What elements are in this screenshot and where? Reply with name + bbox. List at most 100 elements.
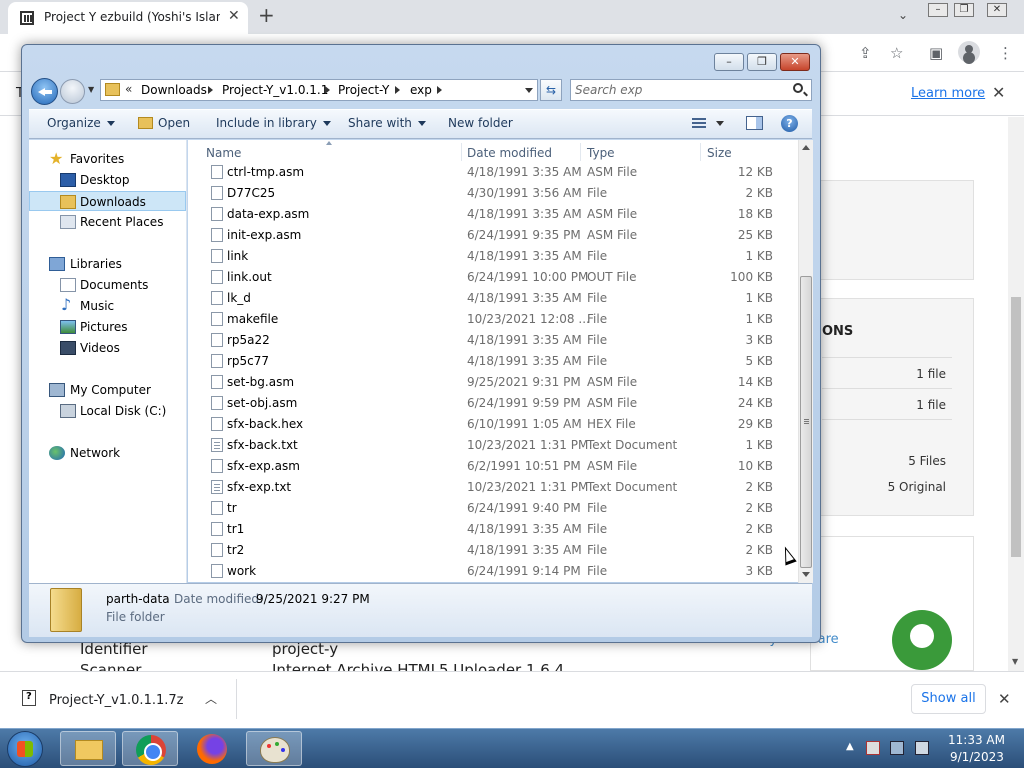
nav-videos[interactable]: Videos <box>29 338 186 358</box>
browser-restore-button[interactable]: ❐ <box>954 3 974 17</box>
page-scrollbar[interactable]: ▼ <box>1008 117 1024 671</box>
page-scroll-down-icon[interactable]: ▼ <box>1012 657 1018 666</box>
download-filename[interactable]: Project-Y_v1.0.1.1.7z <box>49 693 183 708</box>
download-menu-chevron-icon[interactable]: ︿ <box>205 690 217 707</box>
breadcrumb-exp[interactable]: exp <box>410 83 432 97</box>
organize-button[interactable]: Organize <box>47 116 115 130</box>
nav-network[interactable]: Network <box>29 443 186 463</box>
table-row[interactable]: makefile 10/23/2021 12:08 ... File 1 KB <box>188 309 798 330</box>
new-folder-button[interactable]: New folder <box>448 116 513 130</box>
column-resize-handle[interactable] <box>700 143 701 161</box>
breadcrumb-project-version[interactable]: Project-Y_v1.0.1.1 <box>222 83 328 97</box>
window-minimize-button[interactable]: – <box>714 53 744 71</box>
column-resize-handle[interactable] <box>580 143 581 161</box>
download-shelf-close-icon[interactable]: ✕ <box>998 690 1011 708</box>
menu-kebab-icon[interactable]: ⋮ <box>998 44 1013 62</box>
scroll-up-icon[interactable] <box>802 145 810 150</box>
show-all-button[interactable]: Show all <box>911 684 986 714</box>
table-row[interactable]: tr1 4/18/1991 3:35 AM File 2 KB <box>188 519 798 540</box>
table-row[interactable]: rp5a22 4/18/1991 3:35 AM File 3 KB <box>188 330 798 351</box>
change-view-icon[interactable] <box>692 118 706 128</box>
nav-desktop[interactable]: Desktop <box>29 170 186 190</box>
table-row[interactable]: sfx-exp.asm 6/2/1991 10:51 PM ASM File 10 K… <box>188 456 798 477</box>
breadcrumb-project-y[interactable]: Project-Y <box>338 83 389 97</box>
table-row[interactable]: set-bg.asm 9/25/2021 9:31 PM ASM File 14 KB <box>188 372 798 393</box>
table-row[interactable]: work 6/24/1991 9:14 PM File 3 KB <box>188 561 798 582</box>
nav-local-disk[interactable]: Local Disk (C:) <box>29 401 186 421</box>
file-count-4[interactable]: 5 Original <box>860 480 946 494</box>
table-row[interactable]: init-exp.asm 6/24/1991 9:35 PM ASM File 25 … <box>188 225 798 246</box>
nav-my-computer[interactable]: My Computer <box>29 380 186 400</box>
recent-pages-chevron-icon[interactable]: ▼ <box>88 85 94 94</box>
nav-music[interactable]: Music <box>29 295 186 316</box>
page-scrollbar-thumb[interactable] <box>1011 297 1021 557</box>
nav-recent-places[interactable]: Recent Places <box>29 212 186 232</box>
browser-minimize-button[interactable]: – <box>928 3 948 17</box>
column-resize-handle[interactable] <box>461 143 462 161</box>
table-row[interactable]: tr2 4/18/1991 3:35 AM File 2 KB <box>188 540 798 561</box>
download-file-icon[interactable] <box>22 690 36 706</box>
nav-pictures[interactable]: Pictures <box>29 317 186 337</box>
tray-overflow-icon[interactable]: ▲ <box>846 741 854 752</box>
nav-libraries[interactable]: Libraries <box>29 254 186 274</box>
table-row[interactable]: data-exp.asm 4/18/1991 3:35 AM ASM File 18 … <box>188 204 798 225</box>
file-list-scrollbar-thumb[interactable] <box>800 276 812 568</box>
table-row[interactable]: link.out 6/24/1991 10:00 PM OUT File 100 KB <box>188 267 798 288</box>
search-box[interactable] <box>570 79 812 101</box>
table-row[interactable]: sfx-back.hex 6/10/1991 1:05 AM HEX File 29 … <box>188 414 798 435</box>
nav-documents[interactable]: Documents <box>29 275 186 295</box>
forward-arrow-icon[interactable] <box>60 79 85 104</box>
clock-date[interactable]: 9/1/2023 <box>950 750 1004 764</box>
tab-close-icon[interactable]: ✕ <box>228 8 240 24</box>
taskbar-paint-button[interactable] <box>246 731 302 766</box>
search-icon[interactable] <box>793 83 803 93</box>
table-row[interactable]: sfx-exp.txt 10/23/2021 1:31 PM Text Docume… <box>188 477 798 498</box>
table-row[interactable]: set-obj.asm 6/24/1991 9:59 PM ASM File 24 K… <box>188 393 798 414</box>
file-count-3[interactable]: 5 Files <box>880 454 946 468</box>
window-close-button[interactable]: ✕ <box>780 53 810 71</box>
column-header-date-modified[interactable]: Date modified <box>467 146 552 160</box>
side-panel-icon[interactable]: ▣ <box>929 44 943 62</box>
bookmark-star-icon[interactable]: ☆ <box>890 44 903 62</box>
window-maximize-button[interactable]: ❐ <box>747 53 777 71</box>
info-bar-close-icon[interactable]: ✕ <box>992 83 1005 102</box>
breadcrumb-arrow-icon[interactable] <box>325 86 330 94</box>
column-header-name[interactable]: Name <box>206 146 241 160</box>
back-arrow-icon[interactable] <box>31 78 58 105</box>
refresh-icon[interactable]: ⇆ <box>540 79 562 101</box>
taskbar-firefox-button[interactable] <box>184 731 240 766</box>
taskbar-chrome-button[interactable] <box>122 731 178 766</box>
column-header-size[interactable]: Size <box>707 146 732 160</box>
browser-tab[interactable]: Project Y ezbuild (Yoshi's Island, U ✕ <box>8 2 248 34</box>
action-center-icon[interactable] <box>866 741 880 755</box>
scroll-down-icon[interactable] <box>802 572 810 577</box>
share-with-button[interactable]: Share with <box>348 116 426 130</box>
table-row[interactable]: D77C25 4/30/1991 3:56 AM File 2 KB <box>188 183 798 204</box>
network-tray-icon[interactable] <box>890 741 904 755</box>
open-folder-icon[interactable] <box>138 117 153 129</box>
share-icon[interactable]: ⇪ <box>859 44 872 62</box>
table-row[interactable]: rp5c77 4/18/1991 3:35 AM File 5 KB <box>188 351 798 372</box>
file-count-1[interactable]: 1 file <box>880 367 946 381</box>
volume-tray-icon[interactable] <box>915 741 929 755</box>
start-button-icon[interactable] <box>7 731 43 767</box>
table-row[interactable]: lk_d 4/18/1991 3:35 AM File 1 KB <box>188 288 798 309</box>
table-row[interactable]: tr 6/24/1991 9:40 PM File 2 KB <box>188 498 798 519</box>
breadcrumb-arrow-icon[interactable] <box>437 86 442 94</box>
learn-more-link[interactable]: Learn more <box>911 86 985 101</box>
table-row[interactable]: sfx-back.txt 10/23/2021 1:31 PM Text Docum… <box>188 435 798 456</box>
search-input[interactable] <box>575 82 785 98</box>
table-row[interactable]: link 4/18/1991 3:35 AM File 1 KB <box>188 246 798 267</box>
breadcrumb-arrow-icon[interactable] <box>395 86 400 94</box>
help-icon[interactable]: ? <box>781 115 798 132</box>
new-tab-icon[interactable]: + <box>258 3 275 27</box>
include-in-library-button[interactable]: Include in library <box>216 116 331 130</box>
browser-close-button[interactable]: ✕ <box>987 3 1007 17</box>
open-button[interactable]: Open <box>158 116 190 130</box>
file-list-scrollbar[interactable] <box>798 140 813 583</box>
breadcrumb-downloads[interactable]: Downloads <box>141 83 207 97</box>
nav-favorites[interactable]: Favorites <box>29 149 186 169</box>
table-row[interactable]: ctrl-tmp.asm 4/18/1991 3:35 AM ASM File 12 … <box>188 162 798 183</box>
nav-downloads[interactable]: Downloads <box>29 191 186 211</box>
view-options-chevron-icon[interactable] <box>716 121 724 126</box>
